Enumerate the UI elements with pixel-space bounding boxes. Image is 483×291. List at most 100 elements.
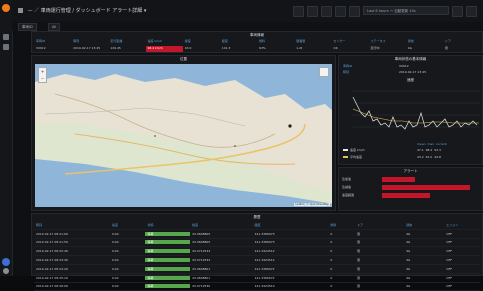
table-cell: 停車	[145, 240, 191, 245]
table-cell: 2019-02-17 08:21:56	[36, 240, 68, 245]
info-value-cell: 1.2t	[296, 46, 303, 50]
info-header-row: 車両ID 時刻 走行距離 速度 km/h 緯度 経度 燃料 積載量 センサー ステータス 通信 ドア	[34, 39, 480, 45]
table-row[interactable]: 2019-02-17 08:21:06 0.00 停車 43.0698805 141.3…	[34, 230, 480, 239]
table-header-cell[interactable]: ドア	[355, 223, 404, 227]
table-cell: 0	[330, 231, 333, 236]
alert-bar-fill	[382, 193, 431, 198]
info-header-cell: ドア	[444, 39, 451, 43]
plus-icon[interactable]	[3, 34, 9, 40]
speed-chart[interactable]	[343, 83, 480, 145]
table-cell: 141.3424512	[254, 258, 275, 263]
table-header-cell[interactable]: 緯度	[190, 223, 252, 227]
info-header-cell: 走行距離	[110, 39, 123, 43]
table-cell: OFF	[446, 258, 453, 263]
map-zoom-control[interactable]: + −	[38, 67, 47, 83]
table-cell: 0.00	[111, 284, 119, 289]
info-header-cell: 積載量	[296, 39, 306, 43]
alert-bar-row[interactable]: 速度超過	[342, 193, 481, 198]
alert-bar-row[interactable]: 急減速	[342, 185, 481, 190]
info-value-cell: 43.0	[184, 46, 192, 50]
breadcrumb[interactable]: — ／ 車両運行管理 / ダッシュボード アラート詳細 ▾	[18, 7, 146, 14]
table-cell: 141.3424510	[254, 284, 275, 289]
stat-value: 52.3	[434, 148, 441, 152]
dashboard-screen: — ／ 車両運行管理 / ダッシュボード アラート詳細 ▾ Last 6 hou…	[0, 0, 483, 291]
table-cell: 閉	[357, 231, 361, 236]
table-row[interactable]: 2019-02-17 08:23:36 0.00 停車 43.0712534 141.3…	[34, 256, 480, 265]
detail-row1-label: 車両ID	[343, 64, 353, 68]
vehicle-info-panel: 車両情報 車両ID 時刻 走行距離 速度 km/h 緯度 経度 燃料 積載量 センサー ステータス…	[31, 31, 483, 53]
tv-mode-icon[interactable]	[349, 6, 360, 17]
alert-bar-label: 速度超過	[342, 193, 355, 197]
stat-header-max: max	[427, 142, 434, 146]
info-header-cell: 速度 km/h	[147, 39, 163, 43]
table-row[interactable]: 2019-02-17 08:22:46 0.00 停車 43.0712534 141.3…	[34, 247, 480, 257]
info-header-cell: センサー	[333, 39, 346, 43]
table-cell: 停車	[145, 258, 191, 263]
info-header-cell: 燃料	[259, 39, 266, 43]
grafana-logo-icon[interactable]	[2, 4, 10, 12]
zoom-out-icon[interactable]	[452, 6, 463, 17]
info-value-row: V0012 2019-02-17 13:45 129.45 98.4 km/h 43.0…	[34, 46, 480, 52]
legend-speed[interactable]: 速度 km/h	[343, 148, 365, 152]
table-cell: 閉	[357, 266, 361, 271]
map-layers-button[interactable]	[319, 67, 329, 77]
table-cell: 43.0698805	[192, 231, 211, 236]
table-header-cell[interactable]: 経度	[253, 223, 329, 227]
help-icon[interactable]	[2, 258, 10, 266]
legend-avg-stats: 43.2 61.0 44.8	[417, 155, 441, 159]
info-value-cell: 129.45	[110, 46, 121, 50]
table-header-cell[interactable]: 燃料	[328, 223, 355, 227]
table-row[interactable]: 2019-02-17 08:21:56 0.00 停車 43.0698805 141.3…	[34, 239, 480, 248]
settings-icon[interactable]	[335, 6, 346, 17]
save-icon[interactable]	[321, 6, 332, 17]
dashboards-icon[interactable]	[3, 44, 9, 50]
table-cell: 2019-02-17 08:26:06	[36, 284, 68, 289]
user-avatar-icon[interactable]	[3, 268, 9, 274]
vehicle-variable-select[interactable]: All	[48, 23, 61, 31]
info-value-cell: 閉	[444, 46, 448, 50]
table-cell: 停車	[145, 249, 191, 254]
table-cell: 2019-02-17 08:24:26	[36, 266, 68, 271]
table-header-cell[interactable]: 時刻	[34, 223, 110, 227]
table-cell: 43.0698801	[192, 275, 211, 280]
info-value-cell: 走行中	[370, 46, 380, 50]
table-row[interactable]: 2019-02-17 08:26:06 0.00 停車 43.0712530 141.3…	[34, 283, 480, 291]
panel-title: 位置	[180, 57, 187, 61]
table-cell: 停車	[145, 275, 191, 280]
table-row[interactable]: 2019-02-17 08:24:26 0.00 停車 43.0698801 141.3…	[34, 265, 480, 274]
history-table: 時刻 速度 状態 緯度 経度 燃料 ドア 通信 エンジン 2019-02-17 08:21:06 0…	[34, 221, 480, 291]
star-icon[interactable]	[293, 6, 304, 17]
table-cell: 43.0698805	[192, 240, 211, 245]
table-cell: 4G	[406, 231, 411, 236]
table-header-cell[interactable]: 状態	[145, 223, 190, 227]
info-header-cell: 車両ID	[36, 39, 46, 43]
stat-value: 43.2	[417, 155, 424, 159]
table-cell: OFF	[446, 284, 453, 289]
table-cell: 停車	[145, 284, 191, 289]
refresh-icon[interactable]	[466, 6, 477, 17]
table-cell: 閉	[357, 240, 361, 245]
table-cell: 4G	[406, 275, 411, 280]
table-cell: 0.00	[111, 231, 119, 236]
breadcrumb-path[interactable]: — ／ 車両運行管理 / ダッシュボード	[28, 8, 111, 14]
alert-bar-row[interactable]: 急加速	[342, 177, 481, 182]
time-range-picker[interactable]: Last 6 hours ～ 自動更新 10s	[363, 6, 449, 15]
info-header-cell: ステータス	[370, 39, 386, 43]
table-cell: 閉	[357, 275, 361, 280]
legend-speed-stats: 47.1 98.4 52.3	[417, 148, 441, 152]
map-graphic	[35, 64, 332, 207]
table-row[interactable]: 2019-02-17 08:25:16 0.00 停車 43.0698801 141.3…	[34, 274, 480, 283]
share-icon[interactable]	[307, 6, 318, 17]
table-cell: 0	[330, 284, 333, 289]
map-view[interactable]: + − Leaflet | © OpenStreetMap	[35, 64, 332, 207]
panel-title: 履歴	[253, 215, 261, 219]
alert-bar-fill	[382, 177, 416, 182]
legend-stat-headers: mean max current	[417, 142, 447, 146]
legend-avg[interactable]: 平均速度	[343, 155, 362, 159]
detail-row2-value: 2019-02-17 13:45	[399, 70, 427, 74]
table-cell: 141.3380672	[254, 275, 275, 280]
table-header-cell[interactable]: 通信	[404, 223, 444, 227]
table-header-cell[interactable]: エンジン	[444, 223, 480, 227]
table-header-cell[interactable]: 速度	[110, 223, 146, 227]
dashboard-title[interactable]: アラート詳細 ▾	[112, 8, 146, 14]
